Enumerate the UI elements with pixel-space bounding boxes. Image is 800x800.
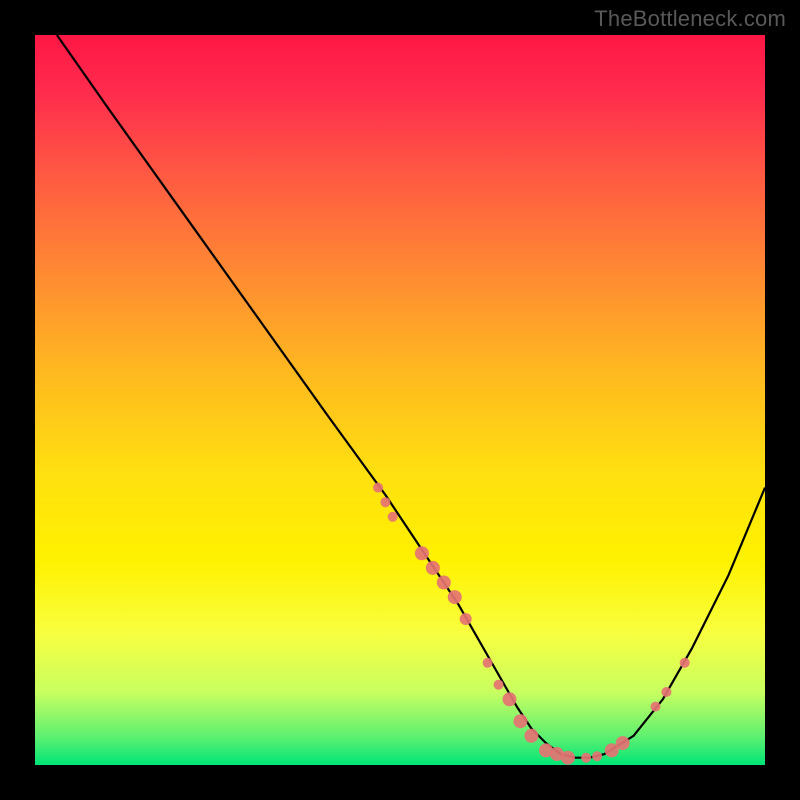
bottleneck-curve [57,35,765,758]
data-marker [448,590,462,604]
data-marker [483,658,493,668]
data-marker [561,751,575,765]
data-marker [581,753,591,763]
data-marker [680,658,690,668]
data-marker [437,576,451,590]
data-marker [380,497,390,507]
marker-group [373,483,690,765]
data-marker [460,613,472,625]
data-marker [415,546,429,560]
data-marker [592,751,602,761]
data-marker [388,512,398,522]
data-marker [494,680,504,690]
data-marker [373,483,383,493]
data-marker [661,687,671,697]
plot-area [35,35,765,765]
data-marker [513,714,527,728]
data-marker [426,561,440,575]
watermark-text: TheBottleneck.com [594,6,786,32]
chart-svg [35,35,765,765]
data-marker [524,729,538,743]
data-marker [616,736,630,750]
data-marker [503,692,517,706]
data-marker [651,702,661,712]
